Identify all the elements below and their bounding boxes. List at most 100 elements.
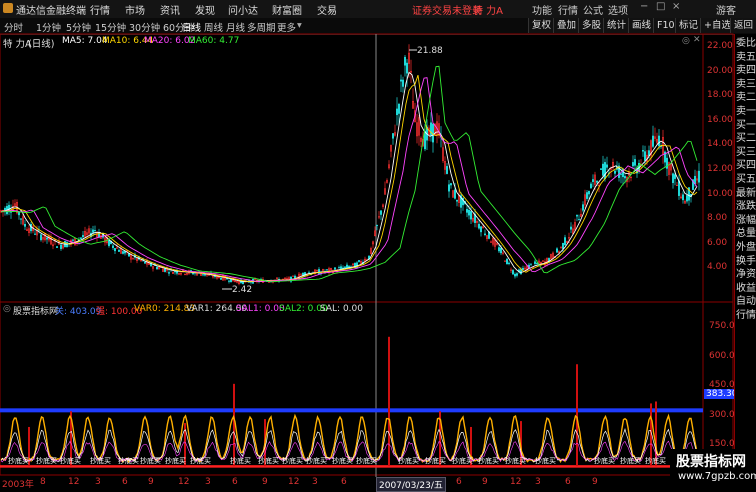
candle-body — [18, 212, 21, 216]
side-panel-label[interactable]: 涨幅 — [736, 215, 756, 227]
pane-close-icon[interactable]: ✕ — [693, 35, 701, 45]
side-panel-label[interactable]: 自动 — [736, 296, 756, 308]
side-panel-label[interactable]: 总量 — [736, 228, 756, 240]
price-axis-tick: 12.00 — [707, 164, 733, 174]
time-axis-tick: 6 — [341, 477, 347, 487]
side-panel-label[interactable]: 卖二 — [736, 92, 756, 104]
price-axis-tick: 20.00 — [707, 65, 733, 76]
candle-body — [596, 180, 599, 183]
candle-body — [508, 262, 511, 264]
candle-body — [227, 280, 230, 282]
candle-body — [20, 218, 23, 220]
side-panel-label[interactable]: 买五 — [736, 174, 756, 186]
candle-body — [666, 157, 669, 169]
candle-body — [604, 162, 607, 180]
side-panel-label[interactable]: 收益 — [736, 283, 756, 295]
candle-body — [644, 151, 647, 161]
candle-body — [478, 223, 481, 229]
candle-body — [468, 209, 471, 216]
side-panel-label[interactable]: 买一 — [736, 120, 756, 132]
candle-body — [534, 261, 537, 264]
candle-body — [682, 194, 685, 201]
pane-settings-icon[interactable]: ◎ — [682, 36, 690, 46]
candle-body — [46, 237, 49, 240]
candle-body — [582, 204, 585, 211]
price-axis-tick: 8.00 — [707, 213, 728, 224]
buy-signal-label: 抄底买 — [258, 456, 279, 465]
candle-body — [652, 135, 655, 147]
candle-body — [398, 103, 401, 114]
candle-body — [602, 163, 605, 176]
ind-sal: SAL: 0.00 — [320, 304, 363, 314]
time-axis-tick: 3 — [205, 477, 211, 487]
cursor-date-label: 2007/03/23/五 — [376, 477, 446, 492]
candle-body — [155, 266, 158, 270]
candle-body — [586, 192, 589, 199]
side-panel-label[interactable]: 卖三 — [736, 79, 756, 91]
candle-body — [143, 261, 146, 264]
buy-signal-label: 抄底买 — [190, 456, 211, 465]
candle-body — [614, 170, 617, 174]
buy-signal-label: 抄底买 — [505, 456, 526, 465]
watermark: 股票指标网 www.7gpzb.com — [670, 449, 756, 487]
indicator-settings-icon[interactable]: ◎ — [3, 304, 11, 314]
candle-body — [346, 264, 349, 269]
side-panel-label[interactable]: 卖四 — [736, 65, 756, 77]
candle-body — [578, 219, 581, 221]
side-panel-label[interactable]: 最新 — [736, 188, 756, 200]
candle-body — [40, 234, 43, 241]
side-panel-label[interactable]: 买三 — [736, 147, 756, 159]
side-panel-label[interactable]: 外盘 — [736, 242, 756, 254]
candle-body — [396, 108, 399, 116]
quote-side-panel: 委比卖五 卖四卖三 卖二卖一买一 买二买三 买四买五最新 涨跌涨幅 总量外盘换手 净资收益 自动… — [734, 34, 756, 487]
ind-guan: 关: 403.09 — [55, 307, 102, 317]
candle-body — [516, 273, 519, 276]
candle-body — [121, 251, 124, 254]
candle-body — [201, 274, 204, 276]
price-axis-tick: 6.00 — [707, 237, 728, 248]
candle-body — [402, 79, 405, 87]
watermark-title: 股票指标网 — [676, 454, 746, 470]
candle-body — [24, 224, 27, 227]
candle-body — [480, 226, 483, 233]
signal-spike — [233, 383, 235, 467]
buy-signal-label: 抄底买 — [36, 456, 57, 465]
time-axis-tick: 9 — [262, 477, 268, 487]
price-axis-tick: 10.00 — [707, 188, 733, 199]
price-chart-canvas[interactable]: 抄底买 抄底买 抄底买 抄底买 抄底买 抄底买 抄底买 抄底买 抄底买 抄底买 抄底买 抄底买 抄底买抄… — [0, 0, 734, 487]
ma5-legend: MA5: 7.04 — [62, 36, 108, 46]
candle-body — [292, 275, 295, 277]
side-panel-label[interactable]: 买二 — [736, 133, 756, 145]
candle-body — [71, 239, 74, 241]
time-axis-tick: 3 — [312, 477, 318, 487]
candle-body — [484, 233, 487, 236]
level-band — [0, 408, 703, 413]
candle-body — [450, 183, 453, 186]
side-panel-label[interactable]: 行情 — [736, 310, 756, 322]
buy-signal-label: 抄底买 — [8, 456, 29, 465]
candle-body — [562, 242, 565, 249]
buy-signal-label: 抄底买 — [230, 456, 251, 465]
time-axis-tick: 6 — [232, 477, 238, 487]
time-axis-tick: 2003年 — [2, 480, 34, 490]
moving-average-line — [0, 71, 698, 283]
candle-body — [163, 268, 166, 272]
side-panel-label[interactable]: 委比 — [736, 38, 756, 50]
time-axis-tick: 3 — [95, 477, 101, 487]
candlestick-plot — [0, 44, 701, 290]
candle-body — [456, 199, 459, 202]
candle-body — [522, 268, 525, 270]
candle-body — [56, 246, 59, 248]
candle-body — [686, 195, 689, 202]
candle-body — [392, 133, 395, 139]
candle-body — [81, 235, 84, 238]
side-panel-label[interactable]: 涨跌 — [736, 201, 756, 213]
side-panel-label[interactable]: 卖五 — [736, 52, 756, 64]
side-panel-label[interactable]: 换手 — [736, 256, 756, 268]
candle-body — [79, 237, 82, 239]
side-panel-label[interactable]: 净资 — [736, 269, 756, 281]
side-panel-label[interactable]: 买四 — [736, 160, 756, 172]
side-panel-label[interactable]: 卖一 — [736, 106, 756, 118]
candle-body — [191, 272, 194, 275]
candle-body — [620, 173, 623, 175]
